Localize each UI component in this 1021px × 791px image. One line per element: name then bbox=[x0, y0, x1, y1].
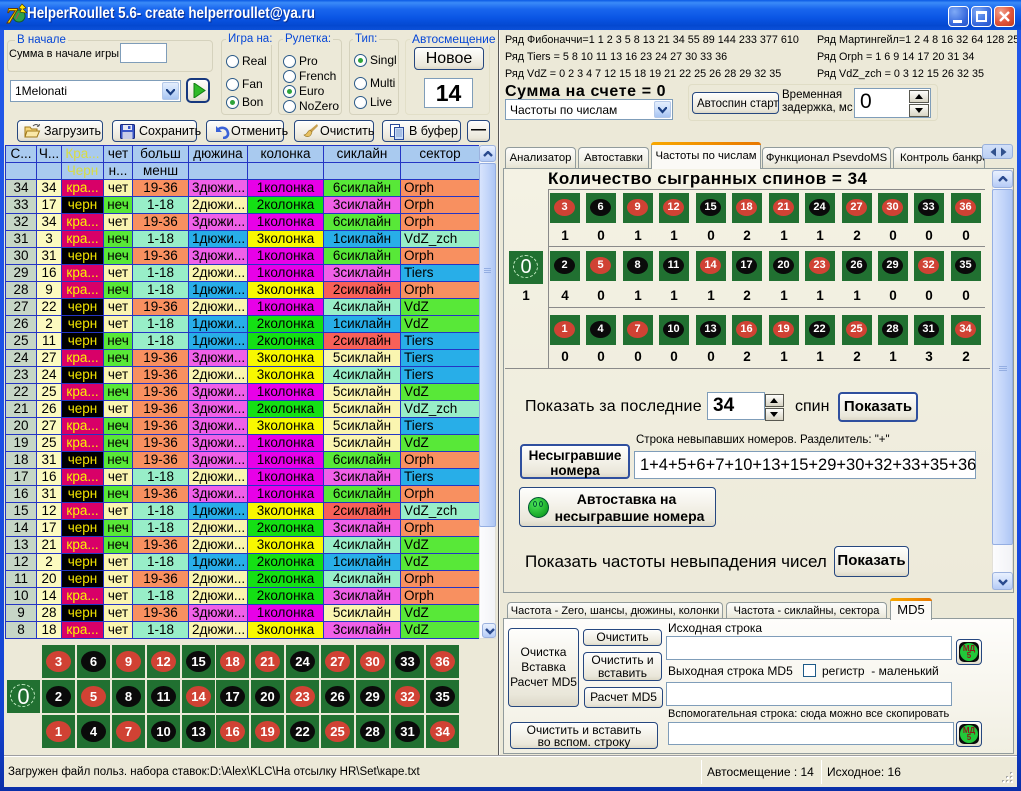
svg-text:7: 7 bbox=[6, 3, 18, 27]
